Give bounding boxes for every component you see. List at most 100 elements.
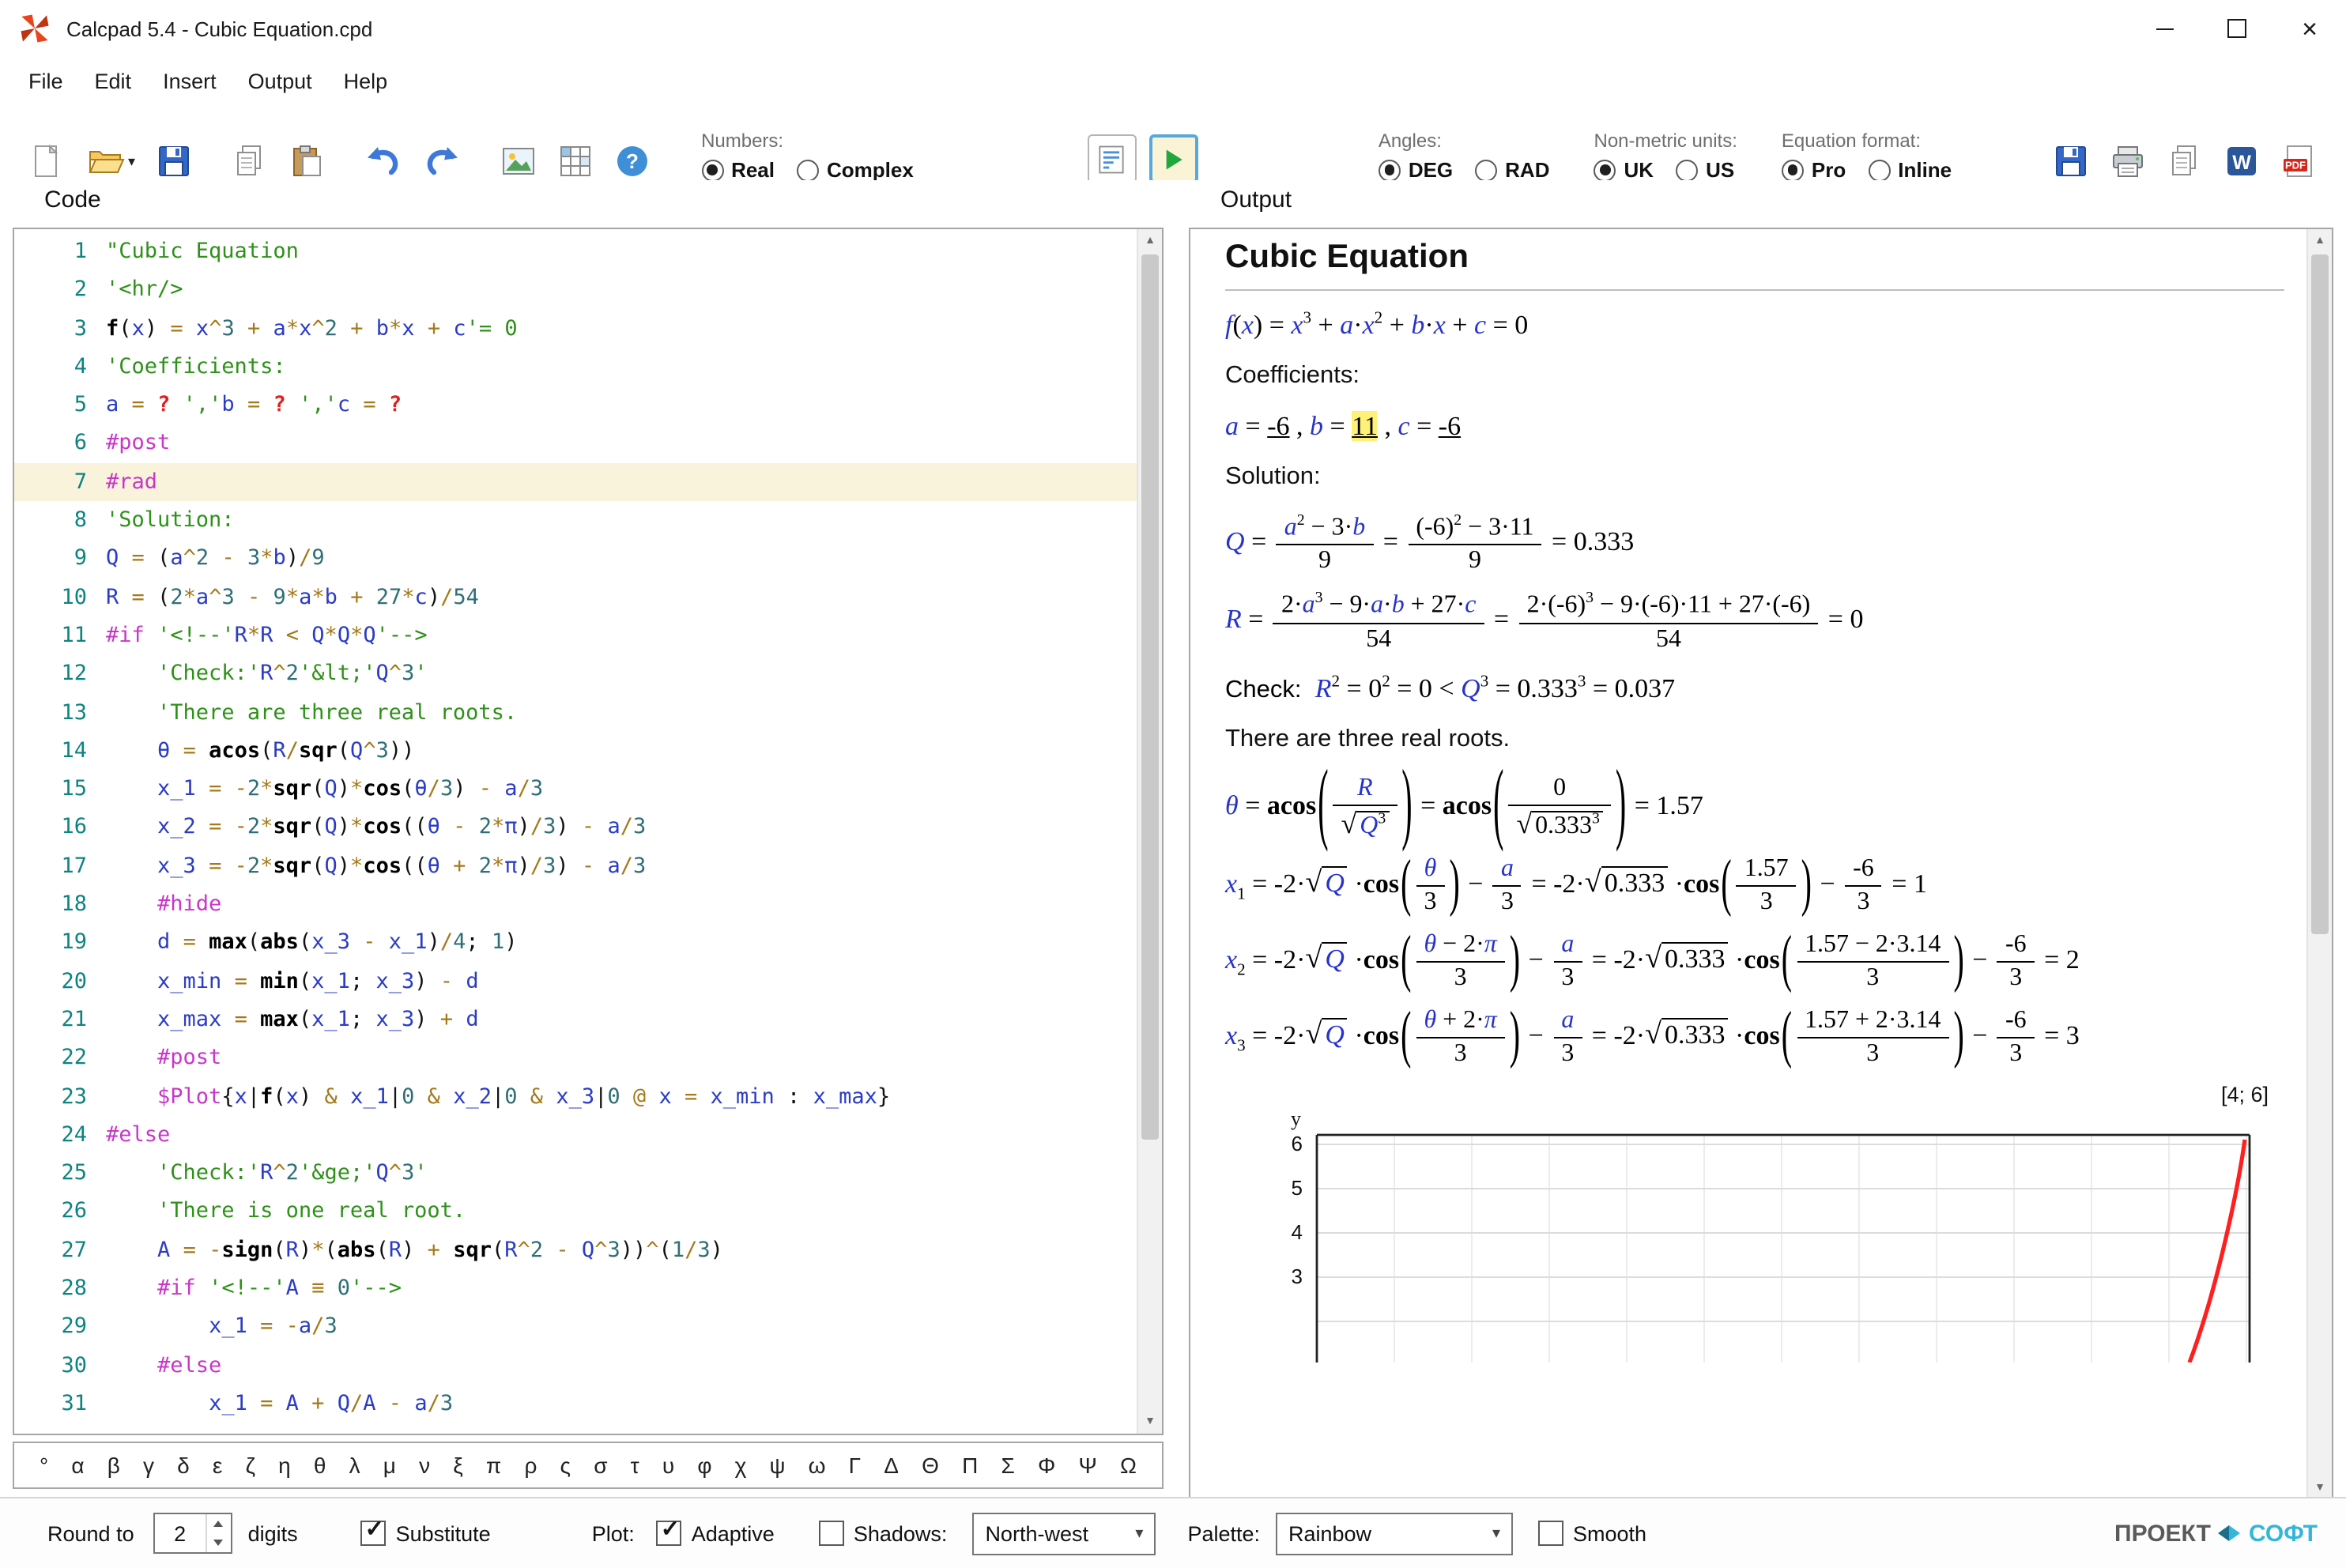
code-line: 8 'Solution: xyxy=(74,507,235,533)
pdf-export-button[interactable]: PDF xyxy=(2276,139,2321,183)
output-panel-label: Output xyxy=(1220,187,1292,213)
title-bar[interactable]: Calcpad 5.4 - Cubic Equation.cpd × xyxy=(0,0,2346,57)
code-line: 9Q = (a^2 - 3*b)/9 xyxy=(74,545,325,571)
copy-button[interactable] xyxy=(227,139,271,183)
output-text: Coefficients: xyxy=(1225,362,1360,389)
greek-symbol[interactable]: θ xyxy=(314,1453,326,1478)
radio-complex[interactable]: Complex xyxy=(797,158,914,182)
palette-select[interactable]: Rainbow ▾ xyxy=(1276,1512,1513,1555)
insert-image-button[interactable] xyxy=(496,139,540,183)
minimize-button[interactable] xyxy=(2128,0,2201,57)
close-button[interactable]: × xyxy=(2273,0,2346,57)
open-file-button[interactable]: ▾ xyxy=(82,139,138,183)
undo-button[interactable] xyxy=(360,139,405,183)
radio-deg[interactable]: DEG xyxy=(1378,158,1453,182)
help-button[interactable]: ? xyxy=(609,139,654,183)
greek-symbol[interactable]: χ xyxy=(735,1453,747,1478)
greek-symbol[interactable]: ν xyxy=(419,1453,430,1478)
palette-value: Rainbow xyxy=(1288,1521,1372,1545)
greek-symbol[interactable]: Π xyxy=(962,1453,978,1478)
code-text-area[interactable]: 1 "Cubic Equation 2 '<hr/> 3 f(x) = x^3 + a*x… xyxy=(14,229,1137,1434)
greek-symbol[interactable]: Σ xyxy=(1001,1453,1014,1478)
greek-symbol[interactable]: γ xyxy=(143,1453,154,1478)
menu-file[interactable]: File xyxy=(13,62,79,99)
greek-symbol[interactable]: Γ xyxy=(849,1453,861,1478)
greek-symbol[interactable]: υ xyxy=(662,1453,674,1478)
menu-help[interactable]: Help xyxy=(328,62,404,99)
greek-symbol[interactable]: η xyxy=(278,1453,291,1478)
adaptive-checkbox[interactable]: Adaptive xyxy=(656,1517,775,1546)
paste-button[interactable] xyxy=(284,139,328,183)
greek-symbol[interactable]: ζ xyxy=(246,1453,255,1478)
play-button[interactable] xyxy=(1148,134,1198,183)
maximize-icon xyxy=(2227,19,2246,38)
calculate-form-button[interactable] xyxy=(1087,134,1137,183)
greek-symbol[interactable]: ε xyxy=(213,1453,223,1478)
substitute-checkbox[interactable]: Substitute xyxy=(360,1517,491,1546)
save-button[interactable] xyxy=(151,139,195,183)
greek-symbol[interactable]: Φ xyxy=(1038,1453,1055,1478)
code-scrollbar[interactable]: ▲ ▼ xyxy=(1137,229,1162,1434)
greek-symbol[interactable]: λ xyxy=(349,1453,360,1478)
greek-symbol[interactable]: Δ xyxy=(884,1453,899,1478)
greek-symbol[interactable]: τ xyxy=(631,1453,639,1478)
print-button[interactable] xyxy=(2106,139,2150,183)
menu-output[interactable]: Output xyxy=(232,62,328,99)
output-formula: θ = acos(R √ Q3) = acos(0 √ 0.3333) = 1.57 xyxy=(1225,754,1703,856)
greek-symbol[interactable]: Ω xyxy=(1120,1453,1137,1478)
calculate-form-icon xyxy=(1099,145,1125,173)
scrollbar-thumb[interactable] xyxy=(1141,254,1159,1140)
spinner-up-icon[interactable] xyxy=(207,1514,231,1533)
menu-edit[interactable]: Edit xyxy=(79,62,148,99)
shadow-direction-select[interactable]: North-west ▾ xyxy=(972,1512,1156,1555)
greek-symbol[interactable]: ° xyxy=(40,1453,48,1478)
insert-matrix-button[interactable] xyxy=(553,139,597,183)
menu-insert[interactable]: Insert xyxy=(147,62,232,99)
scroll-up-icon[interactable]: ▲ xyxy=(2308,229,2332,253)
redo-button[interactable] xyxy=(418,139,464,183)
format-label: Equation format: xyxy=(1781,130,1922,152)
maximize-button[interactable] xyxy=(2201,0,2273,57)
code-editor[interactable]: 1 "Cubic Equation 2 '<hr/> 3 f(x) = x^3 + a*x… xyxy=(13,228,1164,1435)
radio-pro[interactable]: Pro xyxy=(1781,158,1846,182)
radio-inline[interactable]: Inline xyxy=(1868,158,1952,182)
radio-uk[interactable]: UK xyxy=(1594,158,1654,182)
greek-symbol[interactable]: ρ xyxy=(524,1453,537,1478)
save-output-button[interactable] xyxy=(2049,139,2093,183)
greek-symbol[interactable]: ψ xyxy=(770,1453,786,1478)
angles-label: Angles: xyxy=(1378,130,1442,152)
smooth-checkbox[interactable]: Smooth xyxy=(1538,1521,1646,1546)
greek-symbol[interactable]: ς xyxy=(560,1453,571,1478)
shadows-checkbox[interactable]: Shadows: xyxy=(818,1521,948,1546)
radio-rad[interactable]: RAD xyxy=(1475,158,1550,182)
greek-symbol[interactable]: Θ xyxy=(922,1453,939,1478)
greek-symbol[interactable]: ξ xyxy=(453,1453,463,1478)
scroll-down-icon[interactable]: ▼ xyxy=(1138,1410,1162,1434)
spinner-down-icon[interactable] xyxy=(207,1533,231,1552)
greek-symbol[interactable]: α xyxy=(71,1453,84,1478)
svg-text:W: W xyxy=(2232,152,2251,174)
scrollbar-thumb[interactable] xyxy=(2311,254,2329,934)
brand-text-2: СОФТ xyxy=(2248,1520,2318,1547)
scroll-up-icon[interactable]: ▲ xyxy=(1138,229,1162,253)
word-export-button[interactable]: W xyxy=(2220,139,2264,183)
close-icon: × xyxy=(2302,13,2318,43)
greek-symbol[interactable]: ω xyxy=(809,1453,826,1478)
greek-symbol[interactable]: φ xyxy=(697,1453,711,1478)
output-formula: a = -6 , b = 11 , c = -6 xyxy=(1225,411,1462,441)
output-scrollbar[interactable]: ▲ ▼ xyxy=(2306,229,2332,1500)
output-text: There are three real roots. xyxy=(1225,725,1511,752)
greek-symbol[interactable]: β xyxy=(107,1453,120,1478)
radio-us[interactable]: US xyxy=(1676,158,1734,182)
greek-symbol[interactable]: δ xyxy=(177,1453,190,1478)
new-file-button[interactable] xyxy=(25,139,70,183)
radio-real[interactable]: Real xyxy=(701,158,775,182)
copy-output-icon xyxy=(2172,145,2196,175)
greek-symbol[interactable]: μ xyxy=(383,1453,396,1478)
greek-symbol[interactable]: π xyxy=(486,1453,501,1478)
greek-symbol[interactable]: σ xyxy=(594,1453,607,1478)
greek-symbol[interactable]: Ψ xyxy=(1078,1453,1096,1478)
shadows-label: Shadows: xyxy=(853,1521,948,1545)
round-digits-spinner[interactable]: 2 xyxy=(153,1513,232,1554)
digits-label: digits xyxy=(247,1521,298,1545)
